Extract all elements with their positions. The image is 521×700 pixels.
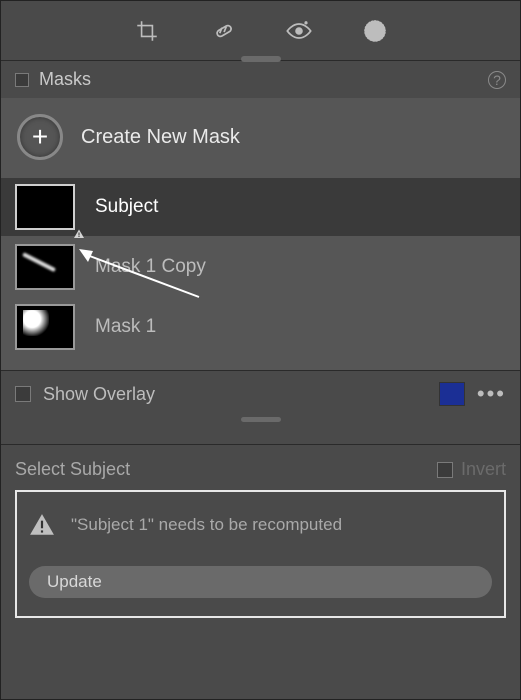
help-icon[interactable]: ? bbox=[488, 71, 506, 89]
masks-panel-title: Masks bbox=[39, 69, 91, 90]
recompute-notice: "Subject 1" needs to be recomputed Updat… bbox=[15, 490, 506, 618]
create-mask-label: Create New Mask bbox=[81, 126, 240, 149]
tool-strip bbox=[1, 1, 520, 61]
mask-row-subject[interactable]: Subject bbox=[1, 178, 520, 236]
more-icon[interactable]: ••• bbox=[477, 381, 506, 407]
update-button[interactable]: Update bbox=[29, 566, 492, 598]
mask-thumb-subject[interactable] bbox=[15, 184, 75, 230]
update-button-label: Update bbox=[47, 572, 102, 591]
overlay-color-swatch[interactable] bbox=[439, 382, 465, 406]
drag-handle-icon[interactable] bbox=[241, 417, 281, 422]
mask-label-mask1: Mask 1 bbox=[95, 316, 156, 338]
mask-label-subject: Subject bbox=[95, 196, 158, 218]
show-overlay-checkbox[interactable] bbox=[15, 386, 31, 402]
show-overlay-label: Show Overlay bbox=[43, 384, 155, 405]
masks-panel-header: Masks ? bbox=[1, 61, 520, 98]
panel-visibility-checkbox[interactable] bbox=[15, 73, 29, 87]
create-mask-row[interactable]: + Create New Mask bbox=[15, 110, 506, 176]
redeye-icon[interactable] bbox=[285, 17, 313, 45]
plus-icon: + bbox=[32, 121, 48, 153]
create-mask-button[interactable]: + bbox=[17, 114, 63, 160]
masks-panel-body: + Create New Mask Subject Mask 1 Copy Ma… bbox=[1, 98, 520, 371]
invert-label: Invert bbox=[461, 459, 506, 480]
recompute-message: "Subject 1" needs to be recomputed bbox=[71, 515, 342, 535]
mask-label-copy: Mask 1 Copy bbox=[95, 256, 206, 278]
crop-icon[interactable] bbox=[133, 17, 161, 45]
drag-handle-icon[interactable] bbox=[241, 56, 281, 62]
select-subject-header: Select Subject Invert bbox=[15, 459, 506, 480]
mask-row-mask1[interactable]: Mask 1 bbox=[1, 298, 520, 356]
invert-checkbox[interactable] bbox=[437, 462, 453, 478]
masks-footer: Show Overlay ••• bbox=[1, 371, 520, 417]
select-subject-title: Select Subject bbox=[15, 459, 130, 480]
mask-thumb-mask1[interactable] bbox=[15, 304, 75, 350]
app-root: Masks ? + Create New Mask Subject Mask 1… bbox=[0, 0, 521, 700]
mask-thumb-copy[interactable] bbox=[15, 244, 75, 290]
heal-icon[interactable] bbox=[209, 17, 237, 45]
radial-icon[interactable] bbox=[361, 17, 389, 45]
warning-icon bbox=[72, 228, 86, 240]
select-subject-panel: Select Subject Invert "Subject 1" needs … bbox=[1, 445, 520, 632]
mask-row-copy[interactable]: Mask 1 Copy bbox=[1, 238, 520, 296]
warning-icon bbox=[29, 512, 55, 538]
panel-divider bbox=[1, 417, 520, 445]
